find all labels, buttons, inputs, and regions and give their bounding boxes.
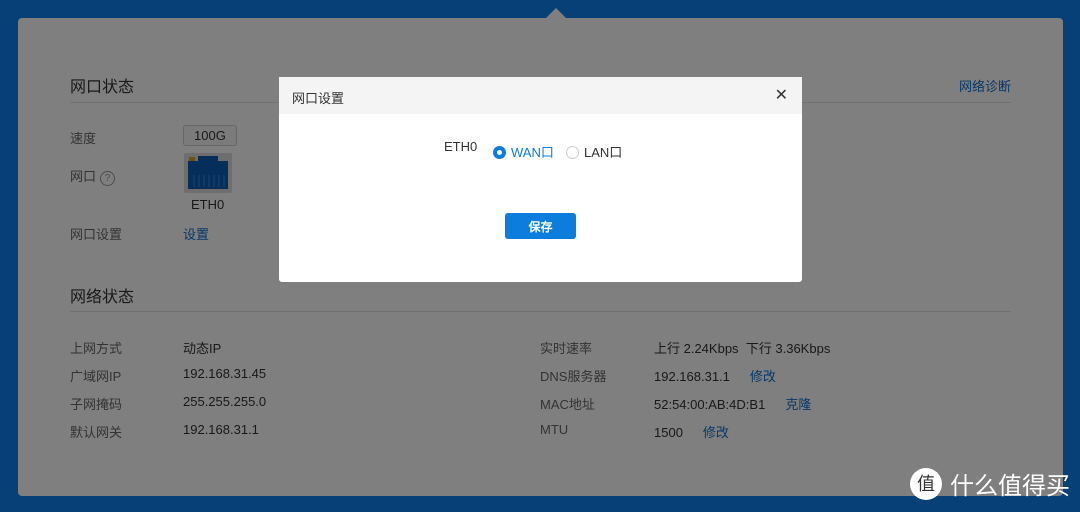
dialog-title: 网口设置 <box>292 91 345 106</box>
port-setting-dialog: 网口设置 ✕ ETH0 WAN口 LAN口 保存 <box>279 77 802 282</box>
watermark-logo-icon: 值 <box>910 467 942 500</box>
wan-radio[interactable]: WAN口 <box>493 142 554 161</box>
close-icon[interactable]: ✕ <box>775 85 788 105</box>
watermark: 值什么值得买 <box>910 466 1070 501</box>
watermark-text: 什么值得买 <box>950 473 1070 500</box>
save-button[interactable]: 保存 <box>505 213 576 239</box>
radio-unselected-icon <box>566 146 579 159</box>
radio-selected-icon <box>493 146 506 159</box>
dialog-header: 网口设置 ✕ <box>279 77 802 114</box>
lan-radio[interactable]: LAN口 <box>566 142 622 161</box>
port-name: ETH0 <box>444 139 478 154</box>
